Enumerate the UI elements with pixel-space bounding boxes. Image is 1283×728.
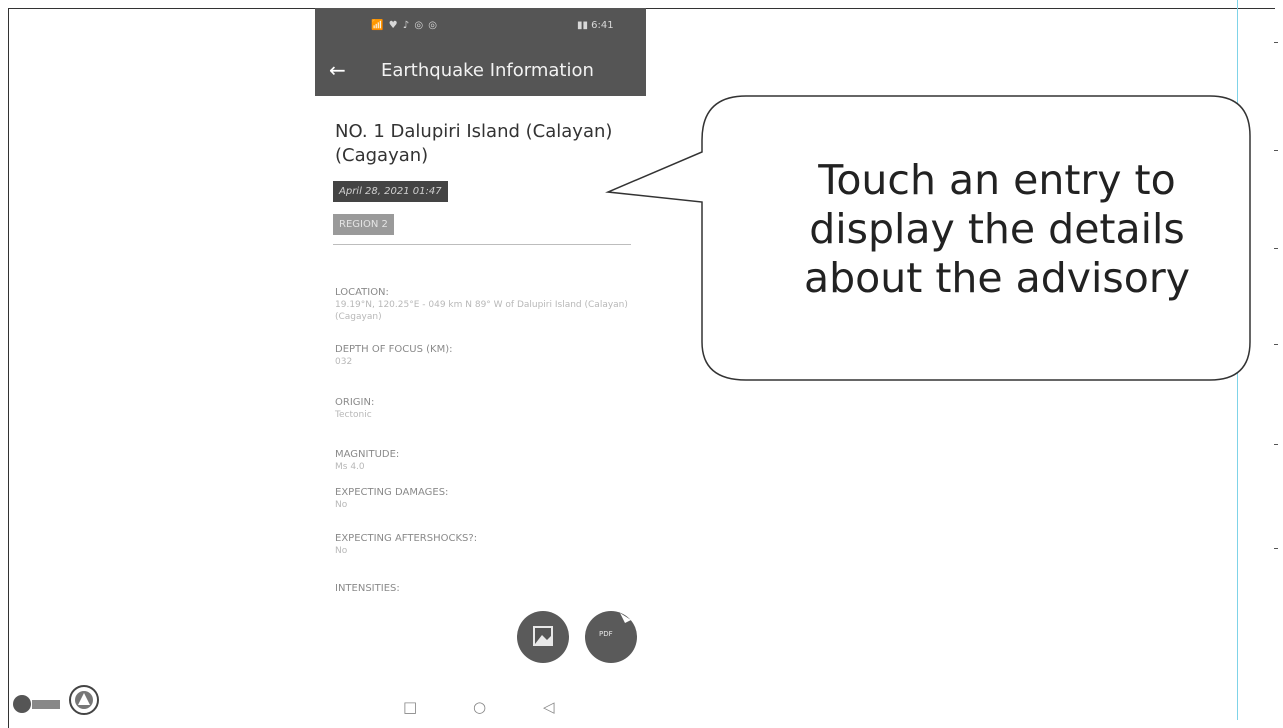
edge-tick (1274, 444, 1278, 445)
field-label: DEPTH OF FOCUS (KM): (335, 344, 453, 355)
arrow-left-icon[interactable]: ← (329, 58, 346, 82)
phone-screen: 📶 ♥ ♪ ◎ ◎ ▮▮ 6:41 ← Earthquake Informati… (315, 8, 646, 720)
intensities-field: INTENSITIES: (335, 582, 635, 595)
field-label: MAGNITUDE: (335, 449, 400, 460)
field-label: LOCATION: (335, 287, 389, 298)
system-nav-bar: □ ○ ◁ (315, 698, 646, 720)
location-field: LOCATION: 19.19°N, 120.25°E - 049 km N 8… (335, 286, 635, 323)
app-title: Earthquake Information (381, 60, 594, 81)
edge-tick (1274, 344, 1278, 345)
pdf-label: PDF (599, 630, 613, 638)
status-icons-right: ▮▮ 6:41 (577, 20, 614, 31)
field-value: 032 (335, 357, 353, 367)
image-icon (533, 626, 553, 646)
status-icons-left: 📶 ♥ ♪ ◎ ◎ (371, 20, 438, 31)
field-value: No (335, 546, 348, 556)
field-label: INTENSITIES: (335, 583, 400, 594)
depth-field: DEPTH OF FOCUS (KM): 032 (335, 343, 635, 368)
magnitude-field: MAGNITUDE: Ms 4.0 (335, 448, 635, 473)
callout-text: Touch an entry to display the details ab… (803, 156, 1191, 302)
circle-icon[interactable]: ○ (473, 698, 486, 716)
square-icon[interactable]: □ (403, 698, 417, 716)
status-bar: 📶 ♥ ♪ ◎ ◎ ▮▮ 6:41 (315, 8, 646, 46)
view-image-button[interactable] (517, 611, 569, 663)
divider (333, 244, 631, 245)
origin-field: ORIGIN: Tectonic (335, 396, 635, 421)
field-value: No (335, 500, 348, 510)
edge-tick (1274, 548, 1278, 549)
damages-field: EXPECTING DAMAGES: No (335, 486, 635, 511)
app-bar: ← Earthquake Information (315, 46, 646, 96)
date-badge: April 28, 2021 01:47 (333, 181, 448, 202)
region-badge: REGION 2 (333, 214, 394, 235)
field-label: ORIGIN: (335, 397, 375, 408)
field-value: Tectonic (335, 410, 372, 420)
field-label: EXPECTING DAMAGES: (335, 487, 449, 498)
field-value: Ms 4.0 (335, 462, 365, 472)
view-pdf-button[interactable]: PDF (585, 611, 637, 663)
edge-tick (1274, 150, 1278, 151)
field-value: 19.19°N, 120.25°E - 049 km N 89° W of Da… (335, 300, 628, 322)
triangle-left-icon[interactable]: ◁ (543, 698, 555, 716)
edge-tick (1274, 42, 1278, 43)
edge-tick (1274, 248, 1278, 249)
field-label: EXPECTING AFTERSHOCKS?: (335, 533, 478, 544)
aftershocks-field: EXPECTING AFTERSHOCKS?: No (335, 532, 635, 557)
seal-logo-icon (69, 685, 99, 715)
agency-logo-icon (13, 695, 60, 713)
